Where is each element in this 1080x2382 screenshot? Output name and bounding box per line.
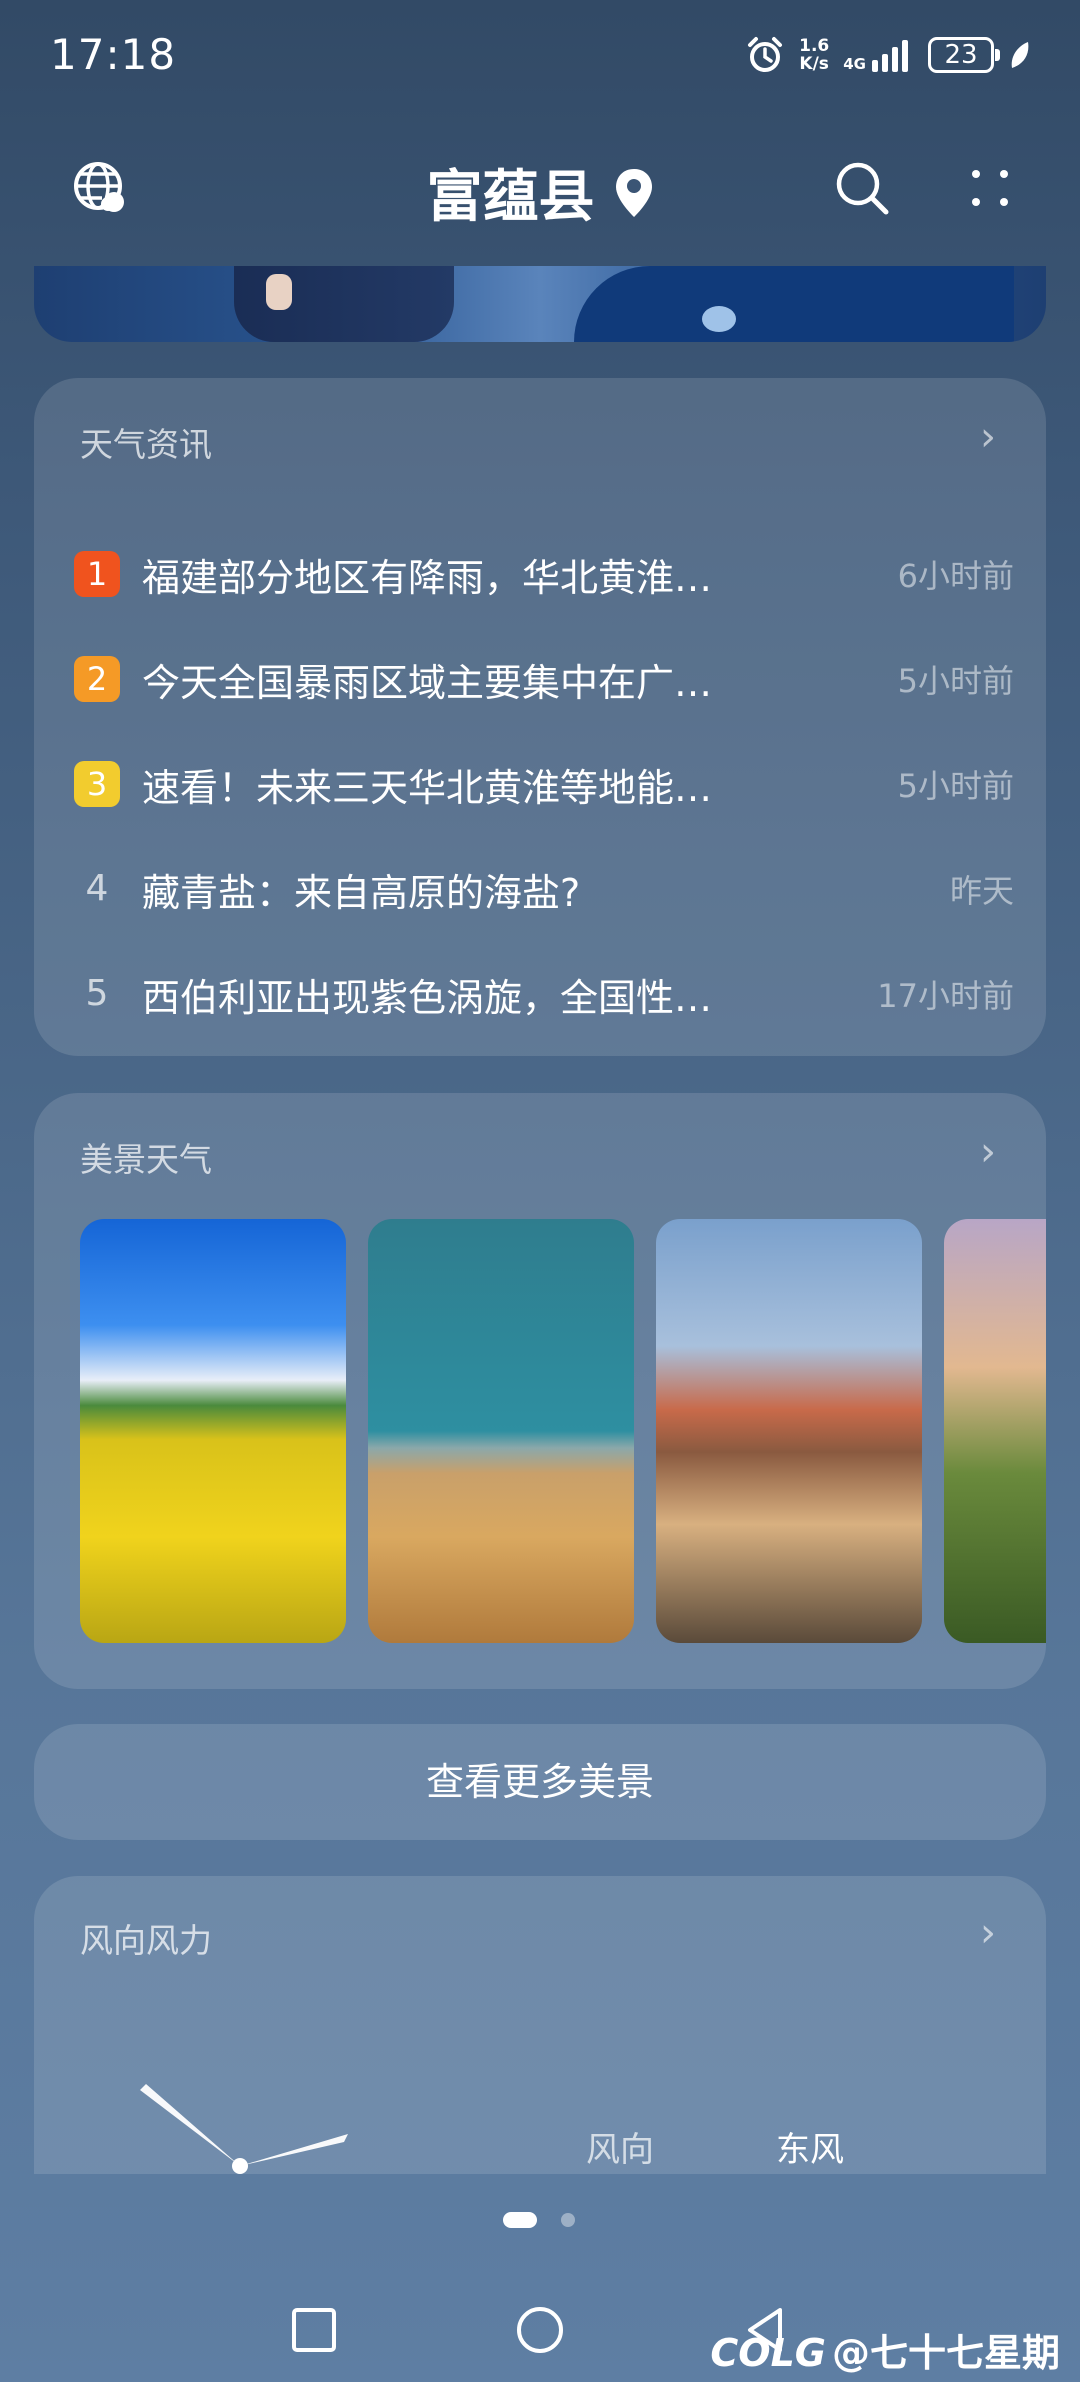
network-speed-value: 1.6: [799, 36, 830, 56]
location-pin-icon: [615, 168, 652, 217]
news-rank-badge: 2: [74, 656, 120, 702]
see-more-scenery-button[interactable]: 查看更多美景: [34, 1724, 1046, 1840]
status-bar: 17:18 1.6 K/s 4G 23: [0, 0, 1080, 110]
watermark-text: @七十七星期: [831, 2331, 1060, 2375]
scenery-photo-rapeseed-fields[interactable]: [80, 1219, 346, 1643]
chevron-right-icon[interactable]: ›: [980, 414, 996, 460]
watermark-logo: COLG: [710, 2331, 826, 2375]
page-dot[interactable]: [561, 2213, 575, 2227]
recent-apps-icon[interactable]: [284, 2300, 344, 2360]
news-item[interactable]: 3 速看！未来三天华北黄淮等地能… 5小时前: [74, 754, 1014, 814]
scenery-weather-title[interactable]: 美景天气: [80, 1133, 212, 1181]
banner-island: [702, 306, 736, 332]
wind-direction-label: 风向: [586, 2130, 654, 2170]
news-rank-badge: 1: [74, 551, 120, 597]
news-title: 藏青盐：来自高原的海盐?: [142, 870, 581, 915]
banner-weather-map: [574, 266, 1014, 342]
news-title: 西伯利亚出现紫色涡旋，全国性…: [142, 975, 713, 1020]
more-menu-icon[interactable]: [960, 158, 1020, 218]
news-time: 17小时前: [877, 977, 1014, 1015]
network-speed: 1.6 K/s: [799, 37, 829, 73]
scenery-photo-florence-cathedral[interactable]: [656, 1219, 922, 1643]
network-type: 4G: [843, 55, 866, 73]
news-rank-badge: 3: [74, 761, 120, 807]
news-rank-number: 5: [85, 973, 109, 1014]
news-title: 福建部分地区有降雨，华北黄淮…: [142, 555, 713, 600]
city-title[interactable]: 富蕴县: [0, 152, 1080, 233]
news-item[interactable]: 1 福建部分地区有降雨，华北黄淮… 6小时前: [74, 544, 1014, 604]
news-time: 5小时前: [897, 662, 1014, 700]
signal-bars-icon: [872, 40, 908, 72]
scenery-photo-hillside[interactable]: [944, 1219, 1046, 1643]
leaf-icon: [1011, 42, 1029, 68]
wind-title[interactable]: 风向风力: [80, 1914, 212, 1962]
banner-presenter-hand: [266, 274, 292, 310]
status-icons: 1.6 K/s 4G 23: [745, 28, 1032, 82]
news-item[interactable]: 2 今天全国暴雨区域主要集中在广… 5小时前: [74, 649, 1014, 709]
news-title: 速看！未来三天华北黄淮等地能…: [142, 765, 713, 810]
chevron-right-icon[interactable]: ›: [980, 1910, 996, 1956]
wind-turbine-icon: [140, 2084, 348, 2174]
battery-indicator: 23: [928, 37, 1000, 73]
weather-news-title[interactable]: 天气资讯: [80, 418, 212, 466]
news-item[interactable]: 5 西伯利亚出现紫色涡旋，全国性… 17小时前: [74, 964, 1014, 1024]
wind-card: 风向风力 › 风向 东风: [34, 1876, 1046, 2174]
scenery-photo-desert-dunes[interactable]: [368, 1219, 634, 1643]
alarm-icon: [748, 37, 783, 72]
wind-direction-value: 东风: [776, 2130, 844, 2170]
watermark: COLG @七十七星期: [710, 2322, 1060, 2377]
network-speed-unit: K/s: [799, 54, 829, 74]
app-header: 富蕴县: [0, 130, 1080, 250]
news-time: 5小时前: [897, 767, 1014, 805]
chevron-right-icon[interactable]: ›: [980, 1129, 996, 1175]
news-item[interactable]: 4 藏青盐：来自高原的海盐? 昨天: [74, 859, 1014, 919]
home-icon[interactable]: [510, 2300, 570, 2360]
page-indicator: [0, 2212, 1080, 2232]
news-title: 今天全国暴雨区域主要集中在广…: [142, 660, 713, 705]
news-time: 昨天: [949, 872, 1014, 910]
page-dot-active[interactable]: [503, 2212, 537, 2228]
cellular-signal: 4G: [843, 38, 914, 72]
search-icon[interactable]: [832, 158, 892, 218]
news-rank-number: 4: [85, 868, 109, 909]
status-time: 17:18: [50, 30, 177, 79]
video-banner[interactable]: [34, 266, 1046, 342]
news-time: 6小时前: [897, 557, 1014, 595]
weather-news-card: 天气资讯 › 1 福建部分地区有降雨，华北黄淮… 6小时前 2 今天全国暴雨区域…: [34, 378, 1046, 1056]
city-name[interactable]: 富蕴县: [426, 165, 594, 230]
